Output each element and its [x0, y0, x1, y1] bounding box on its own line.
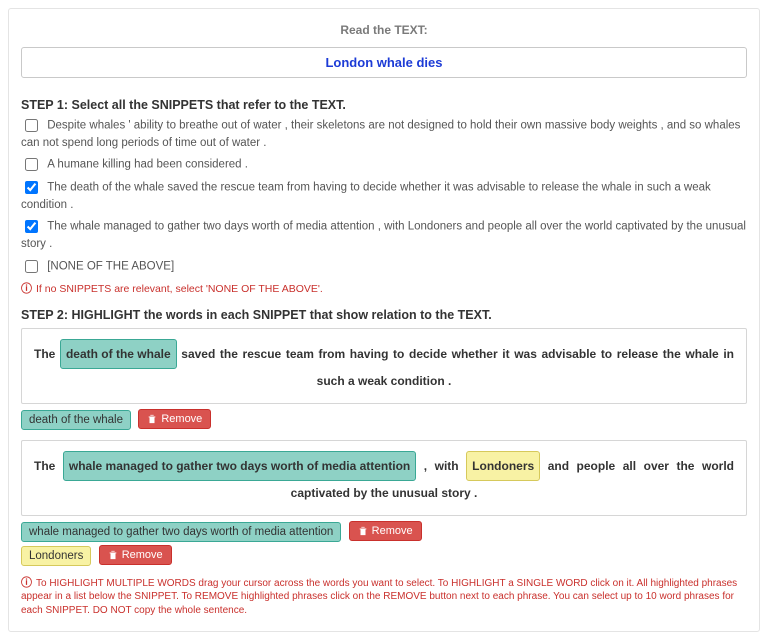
snippet-row: A humane killing had been considered .	[21, 155, 747, 174]
snippet-label: A humane killing had been considered .	[47, 159, 248, 171]
tag-row: whale managed to gather two days worth o…	[21, 520, 747, 568]
snippet-row: The death of the whale saved the rescue …	[21, 178, 747, 213]
snippet-checkbox-2[interactable]	[25, 181, 38, 194]
remove-label: Remove	[122, 549, 163, 561]
step1-hint: ⓘ If no SNIPPETS are relevant, select 'NO…	[21, 280, 747, 296]
snippet-row: The whale managed to gather two days wor…	[21, 217, 747, 252]
snippet-label: Despite whales ' ability to breathe out …	[21, 119, 740, 149]
highlighted-phrase[interactable]: Londoners	[466, 451, 540, 481]
trash-icon	[147, 414, 157, 424]
info-icon: ⓘ	[21, 577, 32, 589]
snippet-label: [NONE OF THE ABOVE]	[47, 260, 174, 272]
snippet-checkbox-none[interactable]	[25, 260, 38, 273]
remove-label: Remove	[372, 525, 413, 537]
snippet-label: The death of the whale saved the rescue …	[21, 182, 711, 212]
trash-icon	[358, 526, 368, 536]
info-icon: ⓘ	[21, 283, 32, 295]
snippet-row: Despite whales ' ability to breathe out …	[21, 116, 747, 151]
step2-instructions-text: To HIGHLIGHT MULTIPLE WORDS drag your cu…	[21, 578, 737, 616]
remove-label: Remove	[161, 413, 202, 425]
remove-button[interactable]: Remove	[349, 521, 422, 541]
main-panel: Read the TEXT: London whale dies STEP 1:…	[8, 8, 760, 632]
phrase-tag: Londoners	[21, 546, 91, 566]
read-the-text-label: Read the TEXT:	[21, 23, 747, 37]
snippet-checkbox-3[interactable]	[25, 220, 38, 233]
tag-row: death of the whale Remove	[21, 408, 747, 432]
step2-heading: STEP 2: HIGHLIGHT the words in each SNIP…	[21, 308, 747, 322]
snippet-checkbox-1[interactable]	[25, 158, 38, 171]
snippet-row: [NONE OF THE ABOVE]	[21, 257, 747, 276]
trash-icon	[108, 550, 118, 560]
highlighted-phrase[interactable]: death of the whale	[60, 339, 177, 369]
word[interactable]: The	[34, 347, 55, 361]
sentence-rest[interactable]: saved the rescue team from having to dec…	[181, 347, 734, 388]
step1-hint-text: If no SNIPPETS are relevant, select 'NON…	[36, 283, 323, 295]
highlight-box[interactable]: The death of the whale saved the rescue …	[21, 328, 747, 404]
phrase-tag: whale managed to gather two days worth o…	[21, 522, 341, 542]
step2-instructions: ⓘTo HIGHLIGHT MULTIPLE WORDS drag your c…	[21, 576, 747, 618]
highlighted-phrase[interactable]: whale managed to gather two days worth o…	[63, 451, 416, 481]
word[interactable]: The	[34, 459, 55, 473]
topic-text: London whale dies	[325, 55, 442, 70]
word[interactable]: , with	[424, 459, 459, 473]
snippet-checkbox-0[interactable]	[25, 119, 38, 132]
remove-button[interactable]: Remove	[99, 545, 172, 565]
text-box: London whale dies	[21, 47, 747, 78]
step1-heading: STEP 1: Select all the SNIPPETS that ref…	[21, 98, 747, 112]
snippet-label: The whale managed to gather two days wor…	[21, 221, 746, 251]
phrase-tag: death of the whale	[21, 410, 131, 430]
remove-button[interactable]: Remove	[138, 409, 211, 429]
highlight-box[interactable]: The whale managed to gather two days wor…	[21, 440, 747, 516]
